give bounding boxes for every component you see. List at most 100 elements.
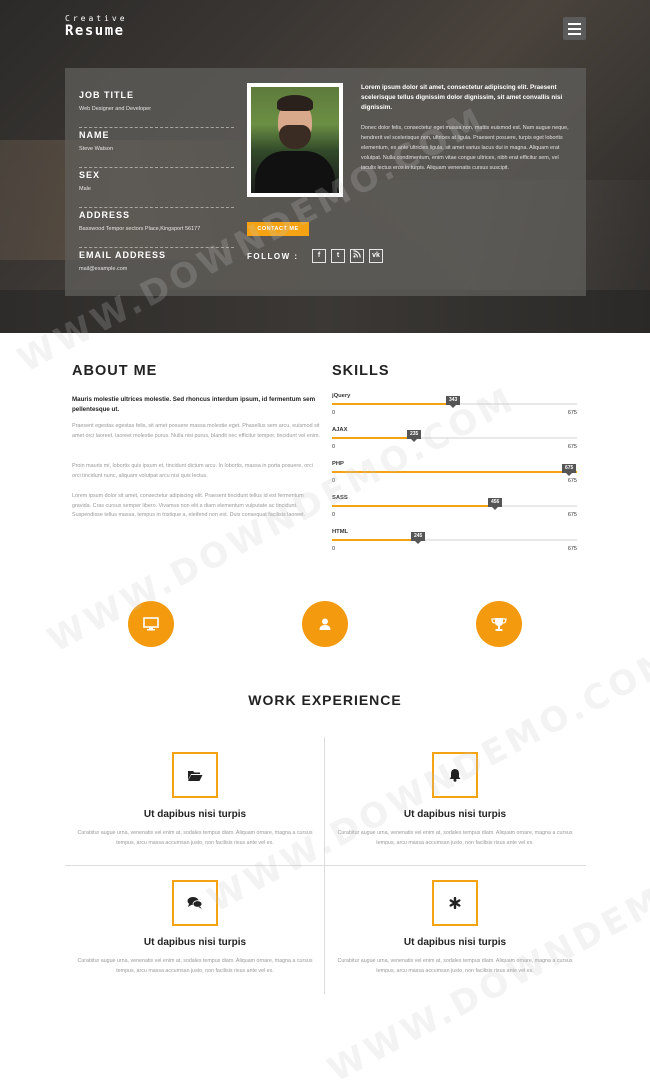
skill-track: 675 xyxy=(332,464,577,476)
hero-section: Creative Resume JOB TITLE Web Designer a… xyxy=(0,0,650,333)
skill-fill xyxy=(332,505,498,507)
skill-name: PHP xyxy=(332,461,344,467)
profile-label: SEX xyxy=(79,170,101,180)
profile-panel: JOB TITLE Web Designer and Developer NAM… xyxy=(65,68,586,296)
brand-logo[interactable]: Creative Resume xyxy=(65,14,128,39)
profile-item: EMAIL ADDRESS mail@example.com xyxy=(79,248,234,288)
profile-item: JOB TITLE Web Designer and Developer xyxy=(79,88,234,128)
about-paragraph: Praesent egestas egestas felis, sit amet… xyxy=(72,423,320,439)
about-paragraph: Proin mauris mi, lobortis quis ipsum et,… xyxy=(72,463,313,479)
profile-label: NAME xyxy=(79,130,110,140)
intro-body: Donec dolor felis, consectetur eget mass… xyxy=(361,125,569,171)
desktop-glyph xyxy=(143,617,159,631)
profile-value: Steve Watson xyxy=(79,146,114,152)
work-item-title: Ut dapibus nisi turpis xyxy=(403,809,507,820)
hero-background-shape xyxy=(0,290,650,333)
skill-max: 675 xyxy=(567,444,577,450)
desktop-icon[interactable] xyxy=(128,601,174,647)
skill-track: 456 xyxy=(332,498,577,510)
skill-max: 675 xyxy=(567,478,577,484)
about-paragraph: Lorem ipsum dolor sit amet, consectetur … xyxy=(72,493,306,518)
profile-label: ADDRESS xyxy=(79,210,131,220)
skill-bar: AJAX 235 0 675 xyxy=(332,427,577,457)
profile-label[interactable]: EMAIL ADDRESS xyxy=(79,248,234,260)
skill-name: HTML xyxy=(332,529,349,535)
photo-shirt xyxy=(255,151,335,193)
asterisk-glyph xyxy=(449,897,461,909)
profile-item: ADDRESS Basswood Tempor sectors Place,Ki… xyxy=(79,208,234,248)
bell-glyph xyxy=(449,769,461,782)
user-icon[interactable] xyxy=(302,601,348,647)
hamburger-icon xyxy=(568,33,581,35)
work-item-title: Ut dapibus nisi turpis xyxy=(143,937,247,948)
about-lead: Mauris molestie ultrices molestie. Sed r… xyxy=(72,396,316,413)
skill-min: 0 xyxy=(332,410,336,416)
skill-bar: PHP 675 0 675 xyxy=(332,461,577,491)
skill-track: 245 xyxy=(332,532,577,544)
work-item-desc: Curabitur augue urna, venenatis vel enim… xyxy=(77,830,313,846)
watermark: WWW.DOWNDEMO.COM xyxy=(201,639,650,921)
work-item-desc: Curabitur augue urna, venenatis vel enim… xyxy=(77,958,313,974)
photo-beard xyxy=(279,125,311,149)
skill-max: 675 xyxy=(567,410,577,416)
skill-value-tooltip: 343 xyxy=(446,396,461,408)
skill-min: 0 xyxy=(332,444,336,450)
trophy-glyph xyxy=(491,617,507,631)
skill-bar: SASS 456 0 675 xyxy=(332,495,577,525)
watermark: WWW.DOWNDEMO.COM xyxy=(321,809,650,1091)
about-title: ABOUT ME xyxy=(72,363,158,379)
skill-name: AJAX xyxy=(332,427,348,433)
work-item-title: Ut dapibus nisi turpis xyxy=(143,809,247,820)
hamburger-icon xyxy=(568,28,581,30)
profile-label: JOB TITLE xyxy=(79,90,135,100)
photo-inner xyxy=(251,87,339,193)
work-item-desc: Curabitur augue urna, venenatis vel enim… xyxy=(337,958,573,974)
photo-hair xyxy=(277,95,313,111)
facebook-icon[interactable]: f xyxy=(312,249,326,263)
skill-bar: HTML 245 0 675 xyxy=(332,529,577,559)
folder-glyph xyxy=(188,770,203,781)
comments-glyph xyxy=(187,897,203,909)
contact-me-button[interactable]: CONTACT ME xyxy=(247,222,309,236)
skill-fill xyxy=(332,437,417,439)
work-item-title: Ut dapibus nisi turpis xyxy=(403,937,507,948)
hamburger-icon xyxy=(568,23,581,25)
bell-icon xyxy=(432,752,478,798)
profile-info: JOB TITLE Web Designer and Developer NAM… xyxy=(79,88,234,288)
follow-label: FOLLOW : xyxy=(247,252,299,261)
skill-bar: jQuery 343 0 675 xyxy=(332,393,577,423)
divider-horizontal xyxy=(65,865,586,866)
skill-min: 0 xyxy=(332,478,336,484)
skill-value-tooltip: 245 xyxy=(411,532,426,544)
skills-title: SKILLS xyxy=(332,363,390,379)
trophy-icon[interactable] xyxy=(476,601,522,647)
rss-icon[interactable] xyxy=(350,249,364,263)
menu-toggle-button[interactable] xyxy=(563,17,586,40)
skill-min: 0 xyxy=(332,546,336,552)
work-item-desc: Curabitur augue urna, venenatis vel enim… xyxy=(337,830,573,846)
skill-track: 343 xyxy=(332,396,577,408)
skill-fill xyxy=(332,403,456,405)
brand-big: Resume xyxy=(65,23,125,39)
folder-open-icon xyxy=(172,752,218,798)
comments-icon xyxy=(172,880,218,926)
skill-name: jQuery xyxy=(332,393,351,399)
profile-item: NAME Steve Watson xyxy=(79,128,234,168)
skill-max: 675 xyxy=(567,512,577,518)
rss-glyph xyxy=(353,250,361,258)
profile-value[interactable]: mail@example.com xyxy=(79,266,234,272)
profile-value: Web Designer and Developer xyxy=(79,106,152,112)
profile-item: SEX Male xyxy=(79,168,234,208)
skill-min: 0 xyxy=(332,512,336,518)
profile-value: Male xyxy=(79,186,91,192)
user-glyph xyxy=(319,618,331,630)
skill-fill xyxy=(332,539,421,541)
twitter-icon[interactable]: t xyxy=(331,249,345,263)
brand-small: Creative xyxy=(65,14,128,23)
profile-value: Basswood Tempor sectors Place,Kingsport … xyxy=(79,226,201,232)
skill-value-tooltip: 456 xyxy=(488,498,503,510)
skill-max: 675 xyxy=(567,546,577,552)
skill-value-tooltip: 235 xyxy=(407,430,422,442)
vk-icon[interactable]: vk xyxy=(369,249,383,263)
asterisk-icon xyxy=(432,880,478,926)
